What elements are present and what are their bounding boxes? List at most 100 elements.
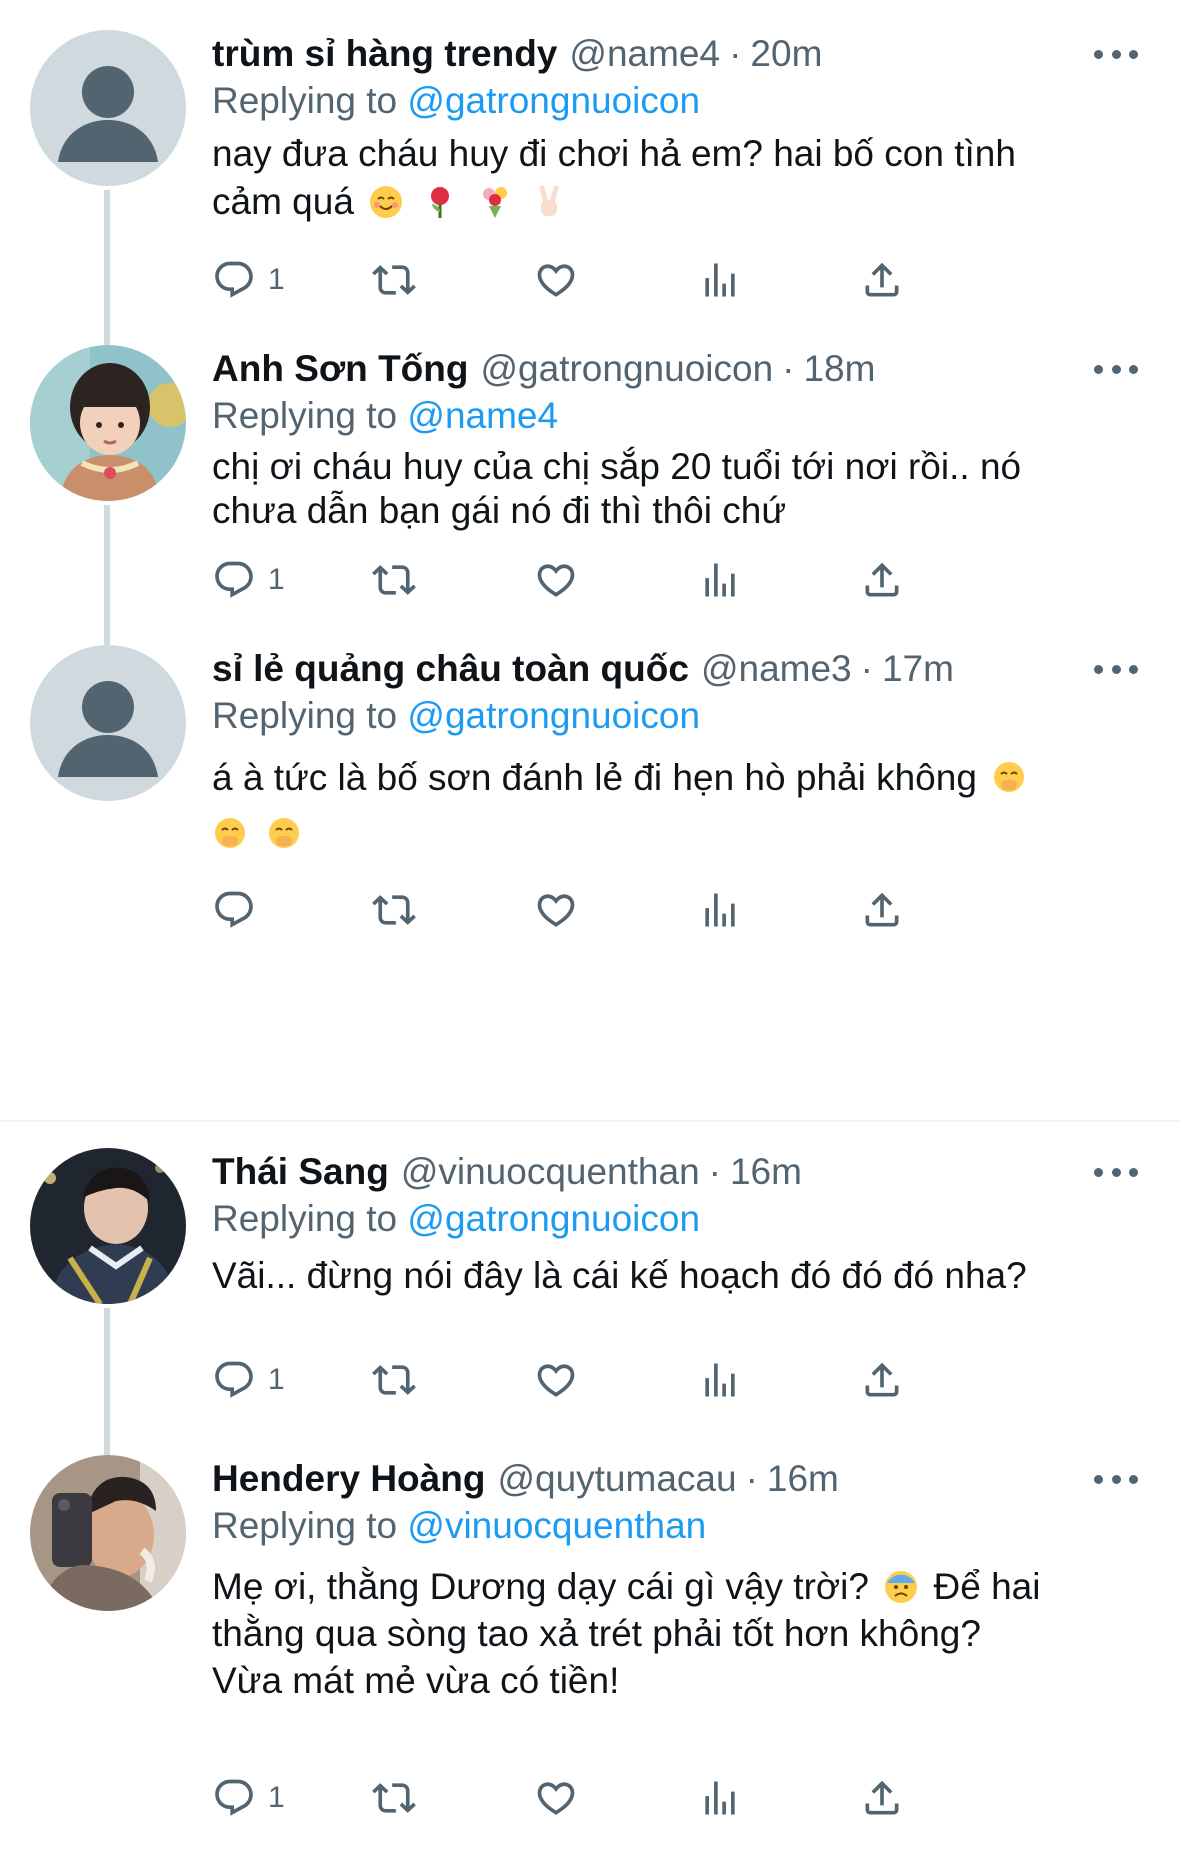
timestamp[interactable]: 17m	[882, 648, 954, 690]
reply-icon	[212, 1776, 256, 1820]
like-button[interactable]	[534, 1355, 578, 1405]
retweet-button[interactable]	[372, 255, 416, 305]
text-line: Mẹ ơi, thằng Dương dạy cái gì vậy trời?	[212, 1566, 869, 1607]
retweet-button[interactable]	[372, 1773, 416, 1823]
like-button[interactable]	[534, 555, 578, 605]
retweet-icon	[372, 1358, 416, 1402]
username[interactable]: @name4	[569, 33, 720, 75]
thread-line	[104, 315, 110, 345]
text-line: chưa dẫn bạn gái nó đi thì thôi chứ	[212, 490, 787, 531]
retweet-icon	[372, 888, 416, 932]
text-line: chị ơi cháu huy của chị sắp 20 tuổi tới …	[212, 446, 1022, 487]
share-button[interactable]	[860, 255, 904, 305]
retweet-button[interactable]	[372, 555, 416, 605]
tweet[interactable]: Thái Sang @vinuocquenthan · 16m Replying…	[0, 1148, 1179, 1438]
emoji-line	[212, 806, 1142, 862]
replying-label: Replying to	[212, 1198, 408, 1239]
avatar[interactable]	[30, 645, 186, 801]
username[interactable]: @name3	[701, 648, 852, 690]
retweet-button[interactable]	[372, 885, 416, 935]
analytics-icon	[698, 258, 742, 302]
reply-button[interactable]: 1	[212, 1773, 285, 1823]
tweet-text: chị ơi cháu huy của chị sắp 20 tuổi tới …	[212, 445, 1142, 533]
face-with-hand-over-mouth-icon	[266, 816, 302, 852]
text-line: Để hai	[933, 1566, 1041, 1607]
tweet[interactable]: sỉ lẻ quảng châu toàn quốc @name3 · 17m …	[0, 615, 1179, 1100]
like-button[interactable]	[534, 255, 578, 305]
share-button[interactable]	[860, 555, 904, 605]
tweet[interactable]: Hendery Hoàng @quytumacau · 16m Replying…	[0, 1435, 1179, 1845]
timestamp[interactable]: 18m	[803, 348, 875, 390]
avatar[interactable]	[30, 345, 186, 501]
timestamp[interactable]: 16m	[730, 1151, 802, 1193]
tweet-actions: 1	[212, 255, 1162, 305]
more-icon[interactable]	[1094, 1162, 1138, 1182]
reply-icon	[212, 888, 256, 932]
share-button[interactable]	[860, 1355, 904, 1405]
mention-link[interactable]: @vinuocquenthan	[407, 1505, 706, 1546]
analytics-button[interactable]	[698, 555, 742, 605]
like-icon	[534, 258, 578, 302]
reply-count: 1	[268, 563, 285, 596]
face-with-hand-over-mouth-icon	[212, 816, 248, 852]
tweet[interactable]: Anh Sơn Tống @gatrongnuoicon · 18m Reply…	[0, 315, 1179, 645]
rose-icon	[431, 187, 450, 218]
text-line-with-emoji: Mẹ ơi, thằng Dương dạy cái gì vậy trời? …	[212, 1563, 1142, 1610]
analytics-button[interactable]	[698, 1773, 742, 1823]
avatar[interactable]	[30, 1148, 186, 1304]
mention-link[interactable]: @gatrongnuoicon	[407, 695, 700, 736]
text-line: thằng qua sòng tao xả trét phải tốt hơn …	[212, 1613, 981, 1654]
default-avatar-icon	[30, 645, 186, 801]
display-name[interactable]: Hendery Hoàng	[212, 1458, 485, 1500]
analytics-icon	[698, 1358, 742, 1402]
mention-link[interactable]: @gatrongnuoicon	[407, 80, 700, 121]
more-icon[interactable]	[1094, 44, 1138, 64]
analytics-button[interactable]	[698, 1355, 742, 1405]
like-button[interactable]	[534, 1773, 578, 1823]
separator: ·	[745, 1458, 758, 1499]
username[interactable]: @gatrongnuoicon	[480, 348, 773, 390]
more-icon[interactable]	[1094, 359, 1138, 379]
retweet-icon	[372, 1776, 416, 1820]
text-line: Vừa mát mẻ vừa có tiền!	[212, 1660, 620, 1701]
analytics-button[interactable]	[698, 255, 742, 305]
thread-line	[104, 1435, 110, 1455]
avatar[interactable]	[30, 1455, 186, 1611]
tweet[interactable]: trùm sỉ hàng trendy @name4 · 20m Replyin…	[0, 30, 1179, 350]
share-button[interactable]	[860, 1773, 904, 1823]
reply-count: 1	[268, 1781, 285, 1814]
mention-link[interactable]: @gatrongnuoicon	[407, 1198, 700, 1239]
mention-link[interactable]: @name4	[407, 395, 558, 436]
replying-label: Replying to	[212, 695, 408, 736]
username[interactable]: @vinuocquenthan	[401, 1151, 700, 1193]
display-name[interactable]: sỉ lẻ quảng châu toàn quốc	[212, 648, 689, 690]
username[interactable]: @quytumacau	[497, 1458, 736, 1500]
more-icon[interactable]	[1094, 1469, 1138, 1489]
display-name[interactable]: Anh Sơn Tống	[212, 348, 468, 390]
bouquet-icon	[482, 187, 507, 218]
separator: ·	[782, 348, 795, 389]
retweet-button[interactable]	[372, 1355, 416, 1405]
avatar[interactable]	[30, 30, 186, 186]
default-avatar-icon	[30, 30, 186, 186]
share-button[interactable]	[860, 885, 904, 935]
victory-hand-icon	[539, 185, 559, 216]
more-icon[interactable]	[1094, 659, 1138, 679]
like-button[interactable]	[534, 885, 578, 935]
analytics-button[interactable]	[698, 885, 742, 935]
text-line-with-emojis: á à tức là bố sơn đánh lẻ đi hẹn hò phải…	[212, 750, 1142, 806]
like-icon	[534, 1776, 578, 1820]
share-icon	[860, 258, 904, 302]
display-name[interactable]: Thái Sang	[212, 1151, 389, 1193]
reply-button[interactable]: 1	[212, 255, 285, 305]
timestamp[interactable]: 16m	[767, 1458, 839, 1500]
replying-to: Replying to @vinuocquenthan	[212, 1505, 706, 1547]
timestamp[interactable]: 20m	[750, 33, 822, 75]
display-name[interactable]: trùm sỉ hàng trendy	[212, 33, 557, 75]
reply-button[interactable]	[212, 885, 268, 935]
reply-button[interactable]: 1	[212, 555, 285, 605]
like-icon	[534, 558, 578, 602]
reply-button[interactable]: 1	[212, 1355, 285, 1405]
retweet-icon	[372, 558, 416, 602]
separator: ·	[860, 648, 873, 689]
